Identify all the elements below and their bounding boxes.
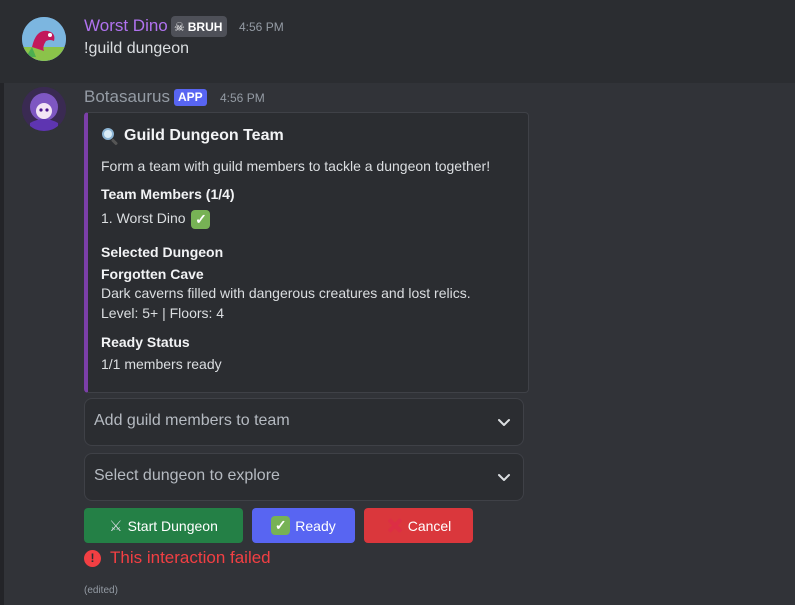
bot-username[interactable]: Botasaurus [84, 87, 170, 107]
skull-icon: ☠ [174, 19, 185, 34]
message-content: !guild dungeon [84, 40, 189, 57]
ready-button[interactable]: ✓ Ready [252, 508, 355, 543]
interaction-failed-text: This interaction failed [110, 548, 271, 567]
add-members-select[interactable]: Add guild members to team [84, 398, 524, 446]
team-members-heading: Team Members (1/4) [101, 186, 235, 202]
embed: Guild Dungeon Team Form a team with guil… [84, 112, 529, 393]
crossed-swords-icon: ⚔ [109, 517, 123, 535]
username[interactable]: Worst Dino [84, 16, 168, 36]
cancel-label: Cancel [407, 517, 452, 534]
interaction-failed-notice: ! This interaction failed [84, 548, 271, 568]
check-mark-icon: ✓ [191, 210, 211, 229]
check-mark-icon: ✓ [271, 516, 291, 535]
role-tag: ☠ BRUH [171, 16, 228, 37]
team-member-name: 1. Worst Dino [101, 210, 186, 227]
start-dungeon-label: Start Dungeon [127, 517, 218, 534]
alert-icon: ! [84, 549, 101, 567]
team-member-item: 1. Worst Dino ✓ [101, 210, 211, 229]
edited-label: (edited) [84, 585, 118, 596]
ready-status-heading: Ready Status [101, 334, 190, 350]
timestamp: 4:56 PM [239, 20, 284, 34]
ready-label: Ready [295, 517, 336, 534]
magnifying-glass-icon [101, 127, 119, 146]
chevron-down-icon [498, 419, 510, 426]
select-dungeon-placeholder: Select dungeon to explore [94, 467, 280, 484]
avatar-worst-dino[interactable] [22, 17, 66, 61]
cross-mark-icon [386, 517, 403, 534]
cancel-button[interactable]: Cancel [364, 508, 473, 543]
role-tag-label: BRUH [187, 19, 223, 34]
avatar-botasaurus[interactable] [22, 87, 66, 131]
dungeon-description: Dark caverns filled with dangerous creat… [101, 285, 471, 301]
start-dungeon-button[interactable]: ⚔ Start Dungeon [84, 508, 243, 543]
embed-title: Guild Dungeon Team [101, 127, 284, 146]
dungeon-name: Forgotten Cave [101, 266, 204, 282]
selected-dungeon-heading: Selected Dungeon [101, 244, 224, 260]
ready-status-value: 1/1 members ready [101, 356, 222, 372]
app-tag: APP [174, 89, 207, 106]
bot-timestamp: 4:56 PM [220, 91, 265, 105]
embed-title-text: Guild Dungeon Team [124, 127, 284, 144]
dungeon-meta: Level: 5+ | Floors: 4 [101, 305, 225, 321]
chevron-down-icon [498, 474, 510, 481]
select-dungeon-select[interactable]: Select dungeon to explore [84, 453, 524, 501]
left-strip [0, 83, 4, 605]
embed-description: Form a team with guild members to tackle… [101, 158, 491, 174]
add-members-placeholder: Add guild members to team [94, 412, 290, 429]
